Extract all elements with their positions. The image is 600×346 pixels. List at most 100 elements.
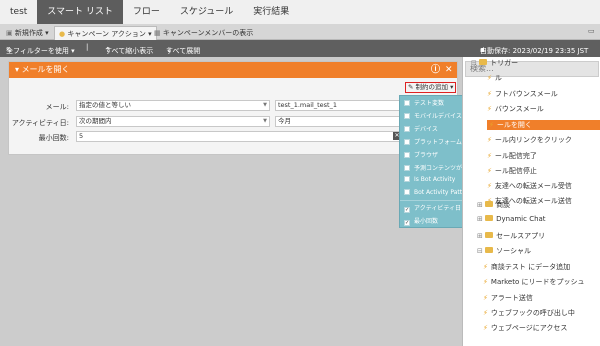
constraint-option-label: デバイス: [414, 126, 438, 133]
constraint-option[interactable]: テスト変数: [404, 98, 444, 107]
filter-dialog-header[interactable]: ▾ メールを開く ⓘ ✕: [9, 62, 457, 78]
trigger-icon: ⚡: [487, 152, 492, 160]
constraint-option[interactable]: ✓ アクティビティ日: [404, 203, 461, 213]
email-operator-select[interactable]: 指定の値と等しい ▼: [76, 100, 270, 111]
campaign-action-label: キャンペーン アクション ▾: [67, 30, 152, 38]
tree-trigger-item[interactable]: ⚡ ール配信停止: [487, 166, 537, 176]
constraint-option[interactable]: プラットフォーム: [404, 137, 462, 146]
trigger-icon: ⚡: [483, 309, 488, 317]
activity-date-operator-select[interactable]: 次の期間内 ▼: [76, 116, 270, 127]
constraint-option-label: アクティビティ日: [414, 205, 461, 212]
new-menu[interactable]: ▣ 新規作成 ▾: [2, 26, 53, 40]
add-constraint-button[interactable]: ✎ 制約の追加 ▾: [405, 82, 457, 93]
checkbox-icon[interactable]: [404, 176, 410, 182]
tree-item-label: ールを開く: [496, 121, 532, 129]
checkbox-icon[interactable]: [404, 100, 410, 106]
tree-folder[interactable]: ⊞ Dynamic Chat: [477, 215, 546, 223]
info-icon[interactable]: ⓘ: [431, 62, 440, 78]
tab-test[interactable]: test: [0, 0, 37, 24]
checkbox-icon[interactable]: [404, 139, 410, 145]
view-members-tab[interactable]: ▦ キャンペーンメンバーの表示: [150, 26, 257, 40]
tree-item-label: トリガー: [490, 59, 519, 67]
tree-folder[interactable]: ⊟ ソーシャル: [477, 246, 531, 256]
constraint-option-label: Is Bot Activity: [414, 176, 456, 183]
tree-trigger-item[interactable]: ⚡ ル: [487, 73, 502, 83]
tree-item-label: Dynamic Chat: [496, 215, 546, 223]
tree-folder[interactable]: ⊞ セールスアプリ: [477, 231, 545, 241]
window-icon[interactable]: ▭: [588, 27, 595, 35]
constraint-option-label: テスト変数: [414, 100, 445, 107]
tree-trigger-item[interactable]: ⚡ フトバウンスメール: [487, 89, 558, 99]
tree-trigger-item[interactable]: ⚡ アラート送信: [483, 293, 533, 303]
tree-folder[interactable]: ⊞ 商談: [477, 200, 510, 210]
autosave-label: 自動保存: 2023/02/19 23:35 JST: [480, 47, 589, 55]
tree-trigger-item[interactable]: ⚡ Marketo にリードをプッシュ: [483, 277, 585, 287]
checked-checkbox-icon[interactable]: ✓: [404, 207, 410, 213]
trigger-icon: ⚡: [487, 136, 492, 144]
checked-checkbox-icon[interactable]: ✓: [404, 220, 410, 226]
tree-item-label: ウェブフックの呼び出し中: [490, 309, 575, 317]
expand-toggle-icon[interactable]: ⊟: [471, 59, 479, 67]
tree-folder[interactable]: ⊟ トリガー: [471, 58, 518, 68]
tree-trigger-item[interactable]: ⚡ バウンスメール: [487, 104, 544, 114]
trigger-icon: ⚡: [489, 121, 494, 129]
expand-toggle-icon[interactable]: ⊞: [477, 232, 485, 240]
sub-tab-bar: ▣ 新規作成 ▾ ● キャンペーン アクション ▾ ▦ キャンペーンメンバーの表…: [0, 24, 600, 40]
folder-icon: [485, 232, 494, 238]
trigger-icon: ⚡: [483, 263, 488, 271]
expand-all-label: すべて展開: [166, 47, 201, 55]
trigger-icon: ⚡: [483, 324, 488, 332]
checkbox-icon[interactable]: [404, 113, 410, 119]
tree-item-label: アラート送信: [490, 294, 533, 302]
email-value-select[interactable]: test_1.mail_test_1: [275, 100, 409, 111]
trigger-icon: ⚡: [487, 74, 492, 82]
constraint-option[interactable]: Is Bot Activity: [404, 176, 455, 183]
tree-trigger-item[interactable]: ⚡ 商談テスト にデータ追加: [483, 262, 570, 272]
activity-date-label: アクティビティ日:: [11, 119, 69, 127]
tab-smart-list[interactable]: スマート リスト: [37, 0, 123, 24]
tree-trigger-item[interactable]: ⚡ 友達への転送メール受信: [487, 181, 572, 191]
tree-trigger-item[interactable]: ⚡ ールを開く: [487, 120, 600, 130]
campaign-action-menu[interactable]: ● キャンペーン アクション ▾: [54, 26, 157, 40]
filter-dialog-title: メールを開く: [21, 65, 70, 74]
folder-icon: [485, 215, 494, 221]
new-menu-label: 新規作成 ▾: [14, 29, 49, 37]
tree-trigger-item[interactable]: ⚡ ウェブフックの呼び出し中: [483, 308, 575, 318]
constraint-option[interactable]: ブラウザ: [404, 150, 438, 159]
close-icon[interactable]: ✕: [445, 62, 453, 78]
email-value: test_1.mail_test_1: [278, 101, 337, 109]
expand-toggle-icon[interactable]: ⊞: [477, 201, 485, 209]
activity-date-value-select[interactable]: 今月: [275, 116, 409, 127]
members-icon: ▦: [154, 29, 163, 37]
checkbox-icon[interactable]: [404, 189, 410, 195]
tree-trigger-item[interactable]: ⚡ ール内リンクをクリック: [487, 135, 572, 145]
constraint-option[interactable]: ✓ 最小回数: [404, 216, 438, 226]
constraint-option-label: ブラウザ: [414, 152, 439, 159]
filter-dialog: ▾ メールを開く ⓘ ✕ ✎ 制約の追加 ▾ メール: 指定の値と等しい ▼ te…: [8, 61, 458, 155]
email-label: メール:: [45, 103, 69, 111]
constraint-option[interactable]: デバイス: [404, 124, 438, 133]
folder-icon: [485, 201, 494, 207]
tab-flow[interactable]: フロー: [123, 0, 170, 24]
email-operator-value: 指定の値と等しい: [79, 101, 131, 109]
trigger-icon: ⚡: [483, 278, 488, 286]
checkbox-icon[interactable]: [404, 126, 410, 132]
min-count-input[interactable]: 5: [76, 131, 406, 142]
folder-icon: [479, 59, 488, 65]
tree-trigger-item[interactable]: ⚡ ール配信完了: [487, 151, 537, 161]
tree-item-label: 商談: [496, 201, 511, 209]
expand-toggle-icon[interactable]: ⊟: [477, 247, 485, 255]
checkbox-icon[interactable]: [404, 152, 410, 158]
tree-item-label: ル: [494, 74, 502, 82]
constraint-option-label: プラットフォーム: [414, 139, 462, 146]
tab-schedule[interactable]: スケジュール: [170, 0, 243, 24]
tab-results[interactable]: 実行結果: [243, 0, 299, 24]
checkbox-icon[interactable]: [404, 165, 410, 171]
new-icon: ▣: [6, 29, 15, 37]
expand-toggle-icon[interactable]: ⊞: [477, 215, 485, 223]
filter-use-label: 全フィルターを使用 ▾: [6, 47, 75, 55]
chevron-down-icon: ▼: [263, 102, 267, 108]
tree-trigger-item[interactable]: ⚡ ウェブページにアクセス: [483, 323, 567, 333]
tree-item-label: 商談テスト にデータ追加: [490, 263, 571, 271]
tree-item-label: セールスアプリ: [496, 232, 546, 240]
